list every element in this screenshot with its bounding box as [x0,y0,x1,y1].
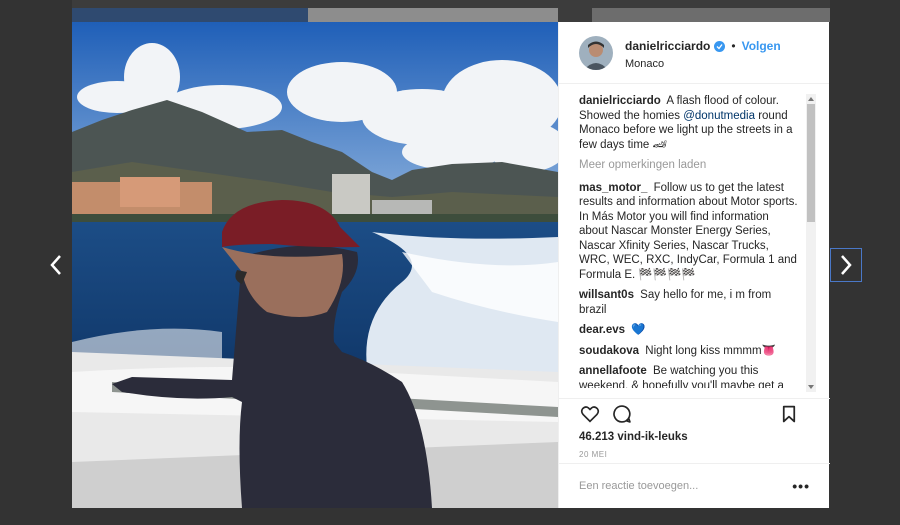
chevron-left-icon [50,255,61,275]
comments-scrollbar[interactable] [806,94,816,392]
comment-text: Follow us to get the latest results and … [579,181,798,281]
comment-text: 💙 [631,324,646,336]
post-side-panel: danielricciardo • Volgen Monaco danielri… [558,22,830,508]
scroll-up-arrow-icon[interactable] [806,94,816,104]
scrollbar-thumb[interactable] [807,104,815,222]
post-actions: 46.213 vind-ik-leuks 20 MEI [559,398,830,459]
comment-item: mas_motor_ Follow us to get the latest r… [579,181,799,283]
comment-username[interactable]: annellafoote [579,365,647,377]
mention-link[interactable]: @donutmedia [683,110,755,122]
background-post-thumb [592,8,830,22]
avatar-image [579,36,613,70]
comment-username[interactable]: danielricciardo [579,95,661,107]
background-post-thumb [308,8,558,22]
comment-username[interactable]: mas_motor_ [579,182,647,194]
comment-username[interactable]: dear.evs [579,324,625,336]
chevron-right-icon [841,255,852,275]
save-button[interactable] [778,403,800,425]
like-button[interactable] [579,403,601,425]
comment-bubble-icon [613,405,631,423]
comment-username[interactable]: willsant0s [579,289,634,301]
next-post-button[interactable] [830,248,862,282]
header-info: danielricciardo • Volgen Monaco [625,36,781,70]
post-header: danielricciardo • Volgen Monaco [559,22,829,84]
separator-dot: • [731,39,736,53]
more-options-icon[interactable]: ••• [792,478,810,494]
add-comment-bar: ••• [559,463,830,508]
scroll-down-arrow-icon[interactable] [806,382,816,392]
bookmark-icon [782,405,796,423]
comment-item: soudakova Night long kiss mmmm👅 [579,344,799,359]
comment-item: annellafoote Be watching you this weeken… [579,364,799,388]
background-posts-strip [72,0,830,22]
heart-icon [580,406,600,423]
like-count[interactable]: 46.213 vind-ik-leuks [579,431,810,443]
load-more-comments-button[interactable]: Meer opmerkingen laden [579,158,799,173]
comments-list[interactable]: danielricciardo A flash flood of colour.… [579,94,799,388]
verified-badge-icon [714,40,726,52]
location-link[interactable]: Monaco [625,58,781,70]
comment-username[interactable]: soudakova [579,345,639,357]
post-photo[interactable] [72,22,558,508]
post-date: 20 MEI [579,450,608,459]
username-link[interactable]: danielricciardo [625,39,710,53]
comment-item: willsant0s Say hello for me, i m from br… [579,288,799,317]
avatar[interactable] [579,36,613,70]
comment-button[interactable] [611,403,633,425]
post-modal: danielricciardo • Volgen Monaco danielri… [72,22,830,508]
photo-image [72,22,558,508]
follow-button[interactable]: Volgen [742,39,781,53]
comment-item: dear.evs 💙 [579,323,799,338]
comment-text: Night long kiss mmmm👅 [645,344,776,357]
previous-post-button[interactable] [40,248,72,282]
background-post-thumb [72,8,308,22]
add-comment-input[interactable] [579,480,779,492]
caption: danielricciardo A flash flood of colour.… [579,94,799,152]
